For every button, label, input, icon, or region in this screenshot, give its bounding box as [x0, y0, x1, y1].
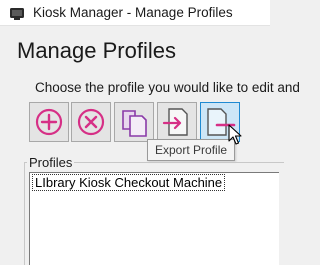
instruction-text: Choose the profile you would like to edi…	[35, 80, 300, 95]
import-profile-button[interactable]	[157, 102, 197, 142]
export-profile-tooltip: Export Profile	[147, 139, 236, 161]
window-title: Kiosk Manager - Manage Profiles	[33, 5, 233, 20]
title-bar: Kiosk Manager - Manage Profiles	[0, 0, 270, 26]
duplicate-profile-button[interactable]	[114, 102, 154, 142]
delete-profile-button[interactable]	[71, 102, 111, 142]
kiosk-app-icon	[10, 8, 24, 20]
list-item[interactable]: LIbrary Kiosk Checkout Machine	[32, 174, 226, 191]
page-title: Manage Profiles	[17, 38, 176, 63]
copy-icon	[122, 110, 147, 137]
add-profile-button[interactable]	[29, 102, 69, 142]
mouse-cursor-icon	[228, 124, 242, 145]
plus-circle-icon	[35, 108, 63, 136]
profiles-label: Profiles	[27, 155, 75, 170]
import-arrow-icon	[162, 108, 188, 136]
x-circle-icon	[77, 108, 105, 136]
profiles-list[interactable]: LIbrary Kiosk Checkout Machine	[29, 172, 279, 265]
